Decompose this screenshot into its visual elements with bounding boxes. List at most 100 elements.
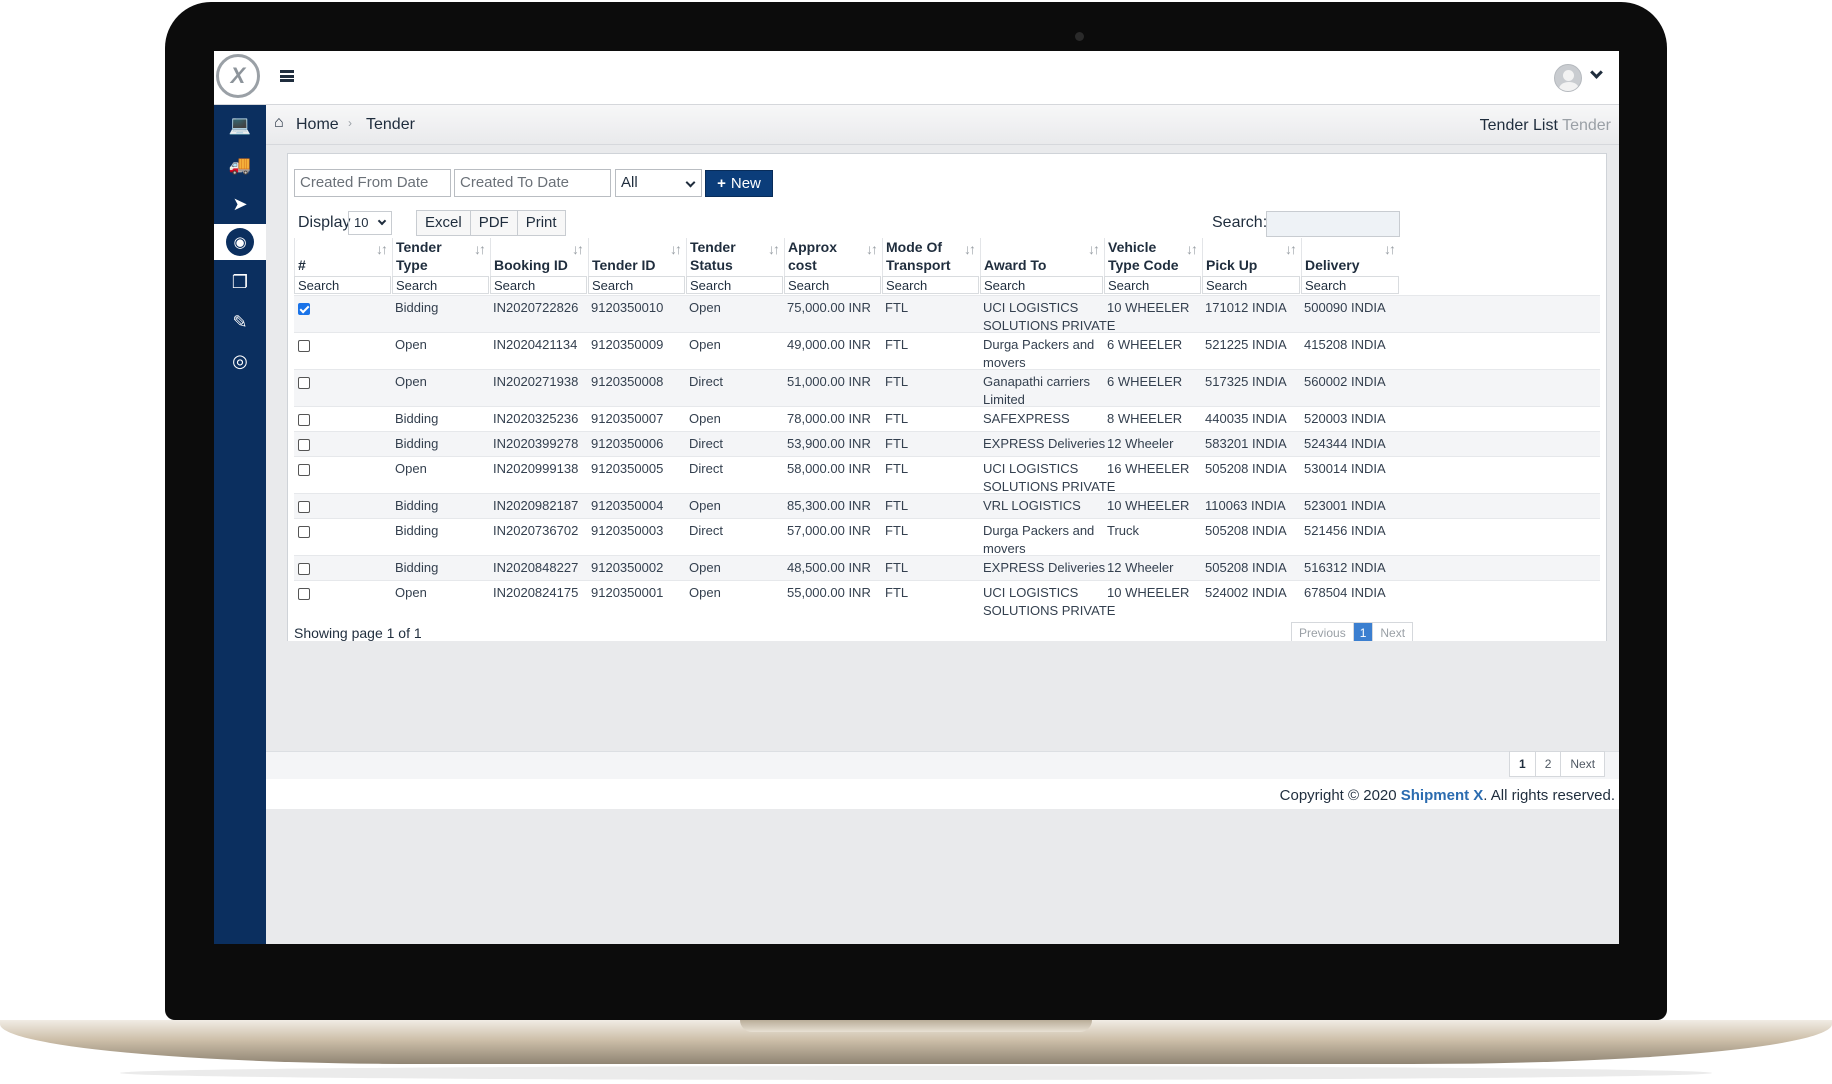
row-checkbox[interactable] bbox=[298, 563, 310, 575]
cell-status: Direct bbox=[689, 461, 723, 476]
new-button-label: New bbox=[730, 175, 761, 192]
table-row[interactable]: Open IN2020421134 9120350009 Open 49,000.00 … bbox=[294, 332, 1600, 370]
breadcrumb-home[interactable]: Home bbox=[296, 116, 339, 134]
cell-vehicle: 12 Wheeler bbox=[1107, 560, 1174, 575]
column-header[interactable]: Tender Status ↓↑ bbox=[686, 238, 784, 276]
row-checkbox[interactable] bbox=[298, 303, 310, 315]
created-from-date-input[interactable]: Created From Date bbox=[294, 169, 451, 197]
column-search-input[interactable]: Search bbox=[1301, 276, 1399, 294]
app-logo[interactable]: X bbox=[216, 54, 260, 98]
brand-link[interactable]: Shipment X bbox=[1401, 787, 1484, 804]
column-header[interactable]: Booking ID ↓↑ bbox=[490, 238, 588, 276]
column-search-input[interactable]: Search bbox=[588, 276, 685, 294]
column-header[interactable]: Delivery ↓↑ bbox=[1301, 238, 1400, 276]
table-row[interactable]: Bidding IN2020848227 9120350002 Open 48,500.… bbox=[294, 555, 1600, 580]
row-checkbox[interactable] bbox=[298, 526, 310, 538]
pdf-button[interactable]: PDF bbox=[471, 211, 518, 235]
row-checkbox[interactable] bbox=[298, 588, 310, 600]
sort-icon[interactable]: ↓↑ bbox=[1088, 240, 1100, 258]
column-header[interactable]: Award To ↓↑ bbox=[980, 238, 1104, 276]
previous-page-button[interactable]: Previous bbox=[1292, 623, 1354, 643]
bottom-page-2-button[interactable]: 2 bbox=[1536, 752, 1562, 776]
sort-icon[interactable]: ↓↑ bbox=[376, 240, 388, 258]
column-search-input[interactable]: Search bbox=[490, 276, 587, 294]
table-row[interactable]: Bidding IN2020982187 9120350004 Open 85,300.… bbox=[294, 493, 1600, 518]
row-checkbox[interactable] bbox=[298, 464, 310, 476]
table-row[interactable]: Open IN2020999138 9120350005 Direct 58,000.0… bbox=[294, 456, 1600, 496]
column-search-input[interactable]: Search bbox=[784, 276, 881, 294]
column-header[interactable]: Mode Of Transport ↓↑ bbox=[882, 238, 980, 276]
sidebar-item-dispatch[interactable]: ➤ bbox=[214, 186, 266, 222]
sidebar-item-shipments[interactable]: 🚚 bbox=[214, 147, 266, 183]
sidebar-item-dashboard[interactable]: 💻 bbox=[214, 107, 266, 143]
user-avatar[interactable] bbox=[1554, 64, 1582, 92]
column-header[interactable]: Tender Type ↓↑ bbox=[392, 238, 490, 276]
row-checkbox[interactable] bbox=[298, 340, 310, 352]
cell-type: Open bbox=[395, 374, 427, 389]
sort-icon[interactable]: ↓↑ bbox=[1186, 240, 1198, 258]
sidebar-item-tools[interactable]: ✎ bbox=[214, 304, 266, 340]
column-header[interactable]: Tender ID ↓↑ bbox=[588, 238, 686, 276]
cell-award-to: UCI LOGISTICS SOLUTIONS PRIVATE bbox=[980, 460, 1115, 496]
cell-tender-id: 9120350003 bbox=[591, 523, 664, 538]
sidebar-item-tender[interactable]: ◉ bbox=[214, 224, 266, 260]
sort-icon[interactable]: ↓↑ bbox=[866, 240, 878, 258]
sidebar-item-tracking[interactable]: ◎ bbox=[214, 343, 266, 379]
column-search-input[interactable]: Search bbox=[294, 276, 391, 294]
page-title-main: Tender List bbox=[1479, 117, 1558, 134]
hamburger-menu-icon[interactable] bbox=[280, 70, 294, 82]
cell-cost: 48,500.00 INR bbox=[787, 560, 871, 575]
table-row[interactable]: Bidding IN2020325236 9120350007 Open 78,000.… bbox=[294, 406, 1600, 431]
table-row[interactable]: Bidding IN2020722826 9120350010 Open 75,000.… bbox=[294, 295, 1600, 333]
sort-icon[interactable]: ↓↑ bbox=[474, 240, 486, 258]
next-page-button[interactable]: Next bbox=[1373, 623, 1412, 643]
bottom-page-1-button[interactable]: 1 bbox=[1510, 752, 1536, 776]
column-header-label: Tender ID bbox=[592, 257, 656, 273]
column-header[interactable]: # ↓↑ bbox=[294, 238, 392, 276]
table-row[interactable]: Bidding IN2020399278 9120350006 Direct 53,90… bbox=[294, 431, 1600, 456]
sidebar-item-documents[interactable]: ❐ bbox=[214, 264, 266, 300]
column-search-input[interactable]: Search bbox=[980, 276, 1103, 294]
sort-icon[interactable]: ↓↑ bbox=[1285, 240, 1297, 258]
table-row[interactable]: Bidding IN2020736702 9120350003 Direct 57,00… bbox=[294, 518, 1600, 556]
sort-icon[interactable]: ↓↑ bbox=[964, 240, 976, 258]
column-header[interactable]: Pick Up ↓↑ bbox=[1202, 238, 1301, 276]
status-filter-select[interactable]: All bbox=[615, 169, 702, 197]
column-search-input[interactable]: Search bbox=[392, 276, 489, 294]
column-search-input[interactable]: Search bbox=[1104, 276, 1201, 294]
excel-button[interactable]: Excel bbox=[417, 211, 471, 235]
cell-vehicle: 12 Wheeler bbox=[1107, 436, 1174, 451]
row-checkbox[interactable] bbox=[298, 439, 310, 451]
column-header[interactable]: Approx cost ↓↑ bbox=[784, 238, 882, 276]
page-size-select[interactable]: 10 bbox=[348, 211, 392, 235]
column-header-label: Tender bbox=[396, 239, 442, 255]
sort-icon[interactable]: ↓↑ bbox=[670, 240, 682, 258]
column-search-input[interactable]: Search bbox=[686, 276, 783, 294]
cell-vehicle: 10 WHEELER bbox=[1107, 498, 1190, 513]
cell-mode: FTL bbox=[885, 337, 909, 352]
column-search-input[interactable]: Search bbox=[1202, 276, 1300, 294]
column-header[interactable]: Vehicle Type Code ↓↑ bbox=[1104, 238, 1202, 276]
paper-plane-icon: ➤ bbox=[232, 193, 248, 214]
search-input[interactable] bbox=[1266, 211, 1400, 237]
table-row[interactable]: Open IN2020824175 9120350001 Open 55,000.00 … bbox=[294, 580, 1600, 618]
column-search-input[interactable]: Search bbox=[882, 276, 979, 294]
created-to-date-input[interactable]: Created To Date bbox=[454, 169, 611, 197]
sort-icon[interactable]: ↓↑ bbox=[768, 240, 780, 258]
cell-delivery: 523001 INDIA bbox=[1304, 498, 1386, 513]
sort-icon[interactable]: ↓↑ bbox=[1384, 240, 1396, 258]
chevron-down-icon bbox=[377, 216, 387, 226]
row-checkbox[interactable] bbox=[298, 414, 310, 426]
table-row[interactable]: Open IN2020271938 9120350008 Direct 51,000.0… bbox=[294, 369, 1600, 407]
award-line: UCI LOGISTICS bbox=[983, 585, 1079, 600]
print-button[interactable]: Print bbox=[518, 211, 565, 235]
home-icon[interactable]: ⌂ bbox=[274, 114, 284, 132]
row-checkbox[interactable] bbox=[298, 377, 310, 389]
new-tender-button[interactable]: + New bbox=[705, 170, 773, 197]
chevron-down-icon[interactable] bbox=[1590, 66, 1603, 79]
sort-icon[interactable]: ↓↑ bbox=[572, 240, 584, 258]
row-checkbox[interactable] bbox=[298, 501, 310, 513]
bottom-next-button[interactable]: Next bbox=[1561, 752, 1604, 776]
page-1-button[interactable]: 1 bbox=[1353, 623, 1374, 643]
cell-vehicle: 8 WHEELER bbox=[1107, 411, 1183, 426]
